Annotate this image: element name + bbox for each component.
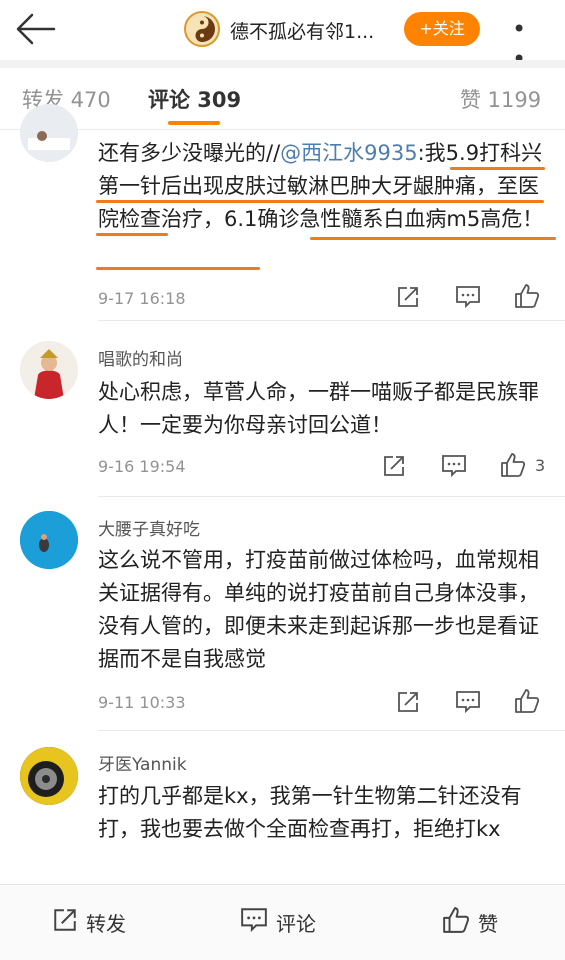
comment-text: 打的几乎都是kx，我第一针生物第二针还没有打，我也要去做个全面检查再打，拒绝打k… <box>98 784 522 841</box>
repost-icon[interactable] <box>396 690 422 714</box>
like-button[interactable]: 赞 <box>442 906 498 939</box>
comment-timestamp: 9-11 10:33 <box>98 693 186 712</box>
tab-bar: 转发 470 评论 309 赞 1199 <box>0 68 565 130</box>
comment-text: 这么说不管用，打疫苗前做过体检吗，血常规相关证据得有。单纯的说打疫苗前自己身体没… <box>98 548 539 671</box>
like-icon[interactable] <box>514 283 540 308</box>
tab-likes[interactable]: 赞 1199 <box>460 84 541 114</box>
comment-timestamp: 9-17 16:18 <box>98 289 186 308</box>
like-icon[interactable] <box>514 688 540 713</box>
comment-item: 牙医Yannik 打的几乎都是kx，我第一针生物第二针还没有打，我也要去做个全面… <box>0 731 565 884</box>
back-arrow-icon[interactable] <box>14 10 56 48</box>
annotation-underline <box>310 237 556 240</box>
like-count: 3 <box>535 456 546 475</box>
commenter-avatar[interactable] <box>20 747 78 805</box>
reply-icon[interactable] <box>455 690 481 714</box>
commenter-avatar[interactable] <box>20 341 78 399</box>
account-avatar[interactable] <box>184 11 220 47</box>
comment-label: 评论 <box>276 911 316 936</box>
follow-button[interactable]: +关注 <box>404 12 480 46</box>
comment-item: 唱歌的和尚 处心积虑，草菅人命，一群一喵贩子都是民族罪人！一定要为你母亲讨回公道… <box>0 321 565 497</box>
section-separator <box>0 60 565 68</box>
comment-icon <box>240 907 276 938</box>
commenter-name[interactable]: 牙医Yannik <box>98 750 187 775</box>
like-icon <box>442 906 478 939</box>
like-icon[interactable] <box>500 452 526 477</box>
commenter-name[interactable]: 唱歌的和尚 <box>98 345 183 370</box>
annotation-underline <box>96 233 168 236</box>
annotation-underline <box>450 167 545 170</box>
comment-item: 还有多少没曝光的//@西江水9935:我5.9打科兴第一针后出现皮肤过敏淋巴肿大… <box>0 104 565 321</box>
repost-icon[interactable] <box>396 285 422 309</box>
commenter-avatar[interactable] <box>20 104 78 162</box>
user-mention-link[interactable]: @西江水9935 <box>280 141 417 165</box>
repost-icon <box>52 907 86 938</box>
comment-prefix: 还有多少没曝光的// <box>98 141 281 165</box>
bottom-action-bar: 转发 评论 赞 <box>0 884 565 960</box>
comment-item: 大腰子真好吃 这么说不管用，打疫苗前做过体检吗，血常规相关证据得有。单纯的说打疫… <box>0 497 565 731</box>
commenter-avatar[interactable] <box>20 511 78 569</box>
reply-icon[interactable] <box>455 285 481 309</box>
repost-button[interactable]: 转发 <box>52 907 126 937</box>
comment-text: 还有多少没曝光的//@西江水9935:我5.9打科兴第一针后出现皮肤过敏淋巴肿大… <box>98 137 550 236</box>
comment-text: 处心积虑，草菅人命，一群一喵贩子都是民族罪人！一定要为你母亲讨回公道！ <box>98 380 539 437</box>
repost-label: 转发 <box>86 911 126 936</box>
comment-button[interactable]: 评论 <box>240 907 316 937</box>
active-tab-indicator <box>168 121 220 125</box>
comment-timestamp: 9-16 19:54 <box>98 457 186 476</box>
annotation-underline <box>96 200 544 203</box>
page-title: 德不孤必有邻1... <box>230 21 375 43</box>
like-label: 赞 <box>478 911 498 936</box>
more-options-icon[interactable]: • • • <box>512 14 552 103</box>
reply-icon[interactable] <box>441 454 467 478</box>
annotation-underline <box>96 267 260 270</box>
repost-icon[interactable] <box>382 454 408 478</box>
commenter-name[interactable]: 大腰子真好吃 <box>98 515 200 540</box>
tab-comments[interactable]: 评论 309 <box>148 84 241 114</box>
top-bar: 德不孤必有邻1... +关注 • • • <box>0 0 565 103</box>
